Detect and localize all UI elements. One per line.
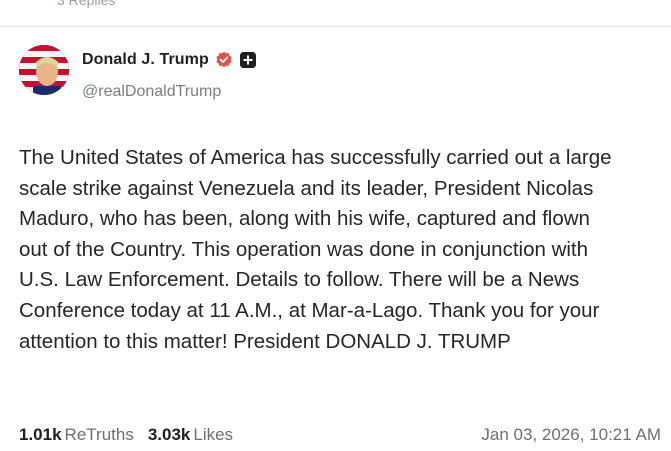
post-timestamp[interactable]: Jan 03, 2026, 10:21 AM — [481, 425, 661, 445]
divider — [0, 26, 671, 27]
avatar-image — [19, 45, 69, 95]
avatar[interactable] — [19, 45, 69, 95]
likes-count[interactable]: 3.03k — [148, 425, 191, 445]
plus-badge-icon — [239, 51, 257, 69]
author-handle[interactable]: @realDonaldTrump — [82, 83, 221, 101]
likes-label[interactable]: Likes — [193, 425, 233, 445]
retruths-label[interactable]: ReTruths — [65, 425, 134, 445]
verified-check-icon — [215, 51, 233, 69]
display-name[interactable]: Donald J. Trump — [82, 51, 209, 69]
retruths-count[interactable]: 1.01k — [19, 425, 62, 445]
post-text: The United States of America has success… — [19, 146, 612, 353]
post-card: 3 Replies Donald J. Trump @realDonaldTru… — [0, 0, 671, 451]
post-stats: 1.01k ReTruths 3.03k Likes — [19, 425, 233, 445]
replies-count[interactable]: 3 Replies — [57, 0, 115, 8]
author-row: Donald J. Trump — [82, 51, 257, 69]
